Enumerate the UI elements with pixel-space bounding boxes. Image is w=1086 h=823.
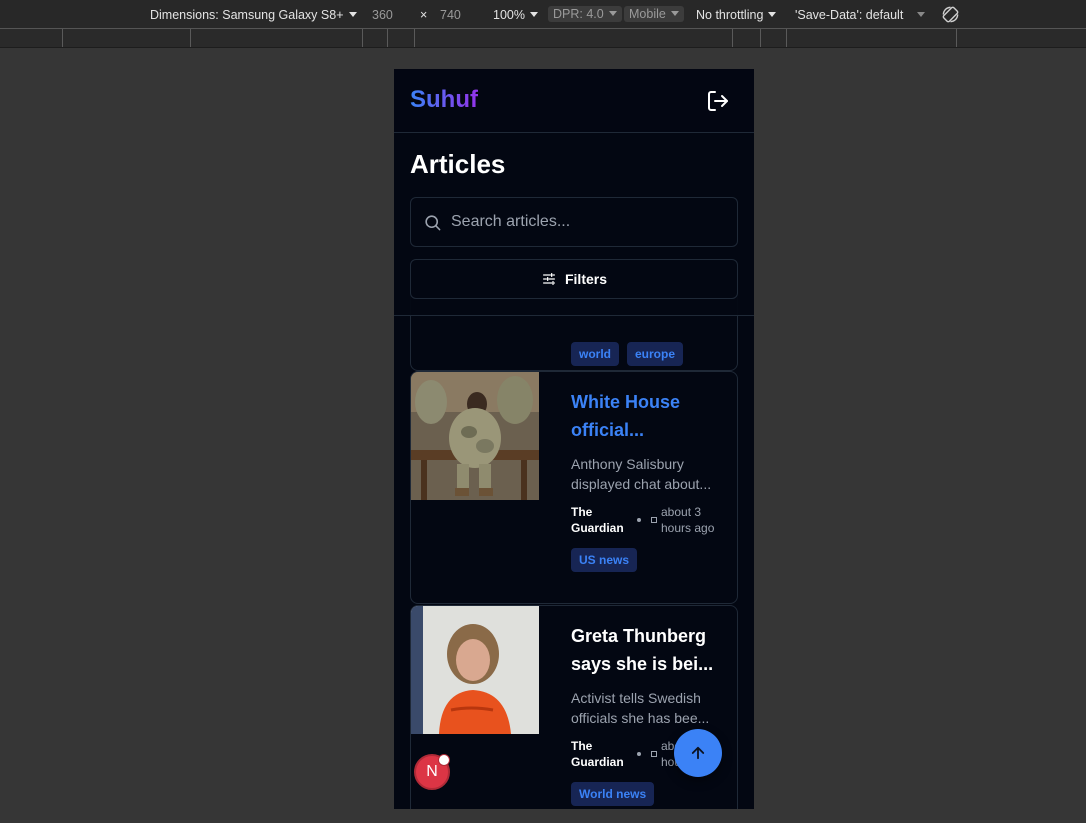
width-input[interactable]: 360 [372, 8, 393, 22]
article-thumbnail-portrait [411, 606, 539, 734]
throttling-select[interactable]: No throttling [696, 8, 777, 22]
zoom-select[interactable]: 100% [493, 8, 538, 22]
scroll-to-top-button[interactable] [674, 729, 722, 777]
device-viewport: world europe White House official... Ant… [394, 69, 754, 809]
zoom-label: 100% [493, 8, 525, 22]
calendar-icon [651, 751, 657, 757]
page-title: Articles [410, 149, 506, 179]
tag-list: World news [571, 782, 723, 806]
media-query-ruler [0, 28, 1086, 48]
save-data-label: 'Save-Data': default [795, 8, 904, 22]
device-label: Dimensions: Samsung Galaxy S8+ [150, 8, 344, 22]
dpr-select[interactable]: DPR: 4.0 [548, 6, 622, 22]
article-card[interactable]: White House official... Anthony Salisbur… [410, 371, 738, 604]
mode-select[interactable]: Mobile [624, 6, 684, 22]
separator-dot [637, 752, 641, 756]
article-thumbnail-soldiers [411, 372, 539, 500]
search-input[interactable] [451, 198, 721, 246]
article-excerpt: Activist tells Swedish officials she has… [571, 690, 710, 726]
devtools-device-toolbar: Dimensions: Samsung Galaxy S8+ 360 × 740… [0, 0, 1086, 30]
arrow-up-icon [691, 746, 705, 760]
rotate-icon[interactable] [941, 5, 960, 27]
throttling-label: No throttling [696, 8, 764, 22]
article-title[interactable]: Greta Thunberg says she is bei... [571, 622, 723, 678]
app-header: Suhuf [394, 69, 754, 133]
article-meta: The Guardian about 3 hours ago [571, 504, 723, 536]
app-logo[interactable]: Suhuf [410, 86, 478, 114]
dpr-label: DPR: 4.0 [553, 7, 604, 21]
chevron-down-icon [608, 11, 617, 16]
chevron-down-icon [670, 11, 679, 16]
chevron-down-icon [348, 12, 357, 17]
badge-letter: N [426, 763, 438, 780]
chevron-down-icon [529, 12, 538, 17]
article-title[interactable]: White House official... [571, 388, 723, 444]
chevron-down-icon [917, 12, 926, 17]
tag[interactable]: US news [571, 548, 638, 572]
filters-button[interactable]: Filters [410, 259, 738, 299]
articles-toolbar: Articles Filters [394, 134, 754, 316]
calendar-icon [651, 517, 657, 523]
tag[interactable]: World news [571, 782, 655, 806]
filters-label: Filters [564, 271, 607, 287]
search-box [410, 197, 738, 247]
separator-dot [637, 518, 641, 522]
sliders-icon [542, 273, 555, 285]
article-source: The Guardian [571, 739, 624, 769]
logout-icon[interactable] [706, 89, 730, 113]
height-input[interactable]: 740 [440, 8, 461, 22]
device-select[interactable]: Dimensions: Samsung Galaxy S8+ [150, 8, 357, 22]
tag[interactable]: world [571, 342, 619, 366]
tag-list: US news [571, 548, 723, 572]
article-excerpt: Anthony Salisbury displayed chat about..… [571, 456, 712, 492]
tag[interactable]: europe [627, 342, 684, 366]
article-source: The Guardian [571, 505, 624, 535]
nextjs-dev-badge[interactable]: N [414, 754, 450, 790]
article-time: about 3 hours ago [661, 505, 715, 535]
chevron-down-icon [768, 12, 777, 17]
search-icon [425, 215, 441, 231]
mode-label: Mobile [629, 7, 666, 21]
save-data-select[interactable]: 'Save-Data': default [795, 8, 926, 22]
article-card[interactable]: Greta Thunberg says she is bei... Activi… [410, 605, 738, 809]
times-sign: × [420, 8, 428, 22]
tag-list: world europe [571, 342, 723, 366]
